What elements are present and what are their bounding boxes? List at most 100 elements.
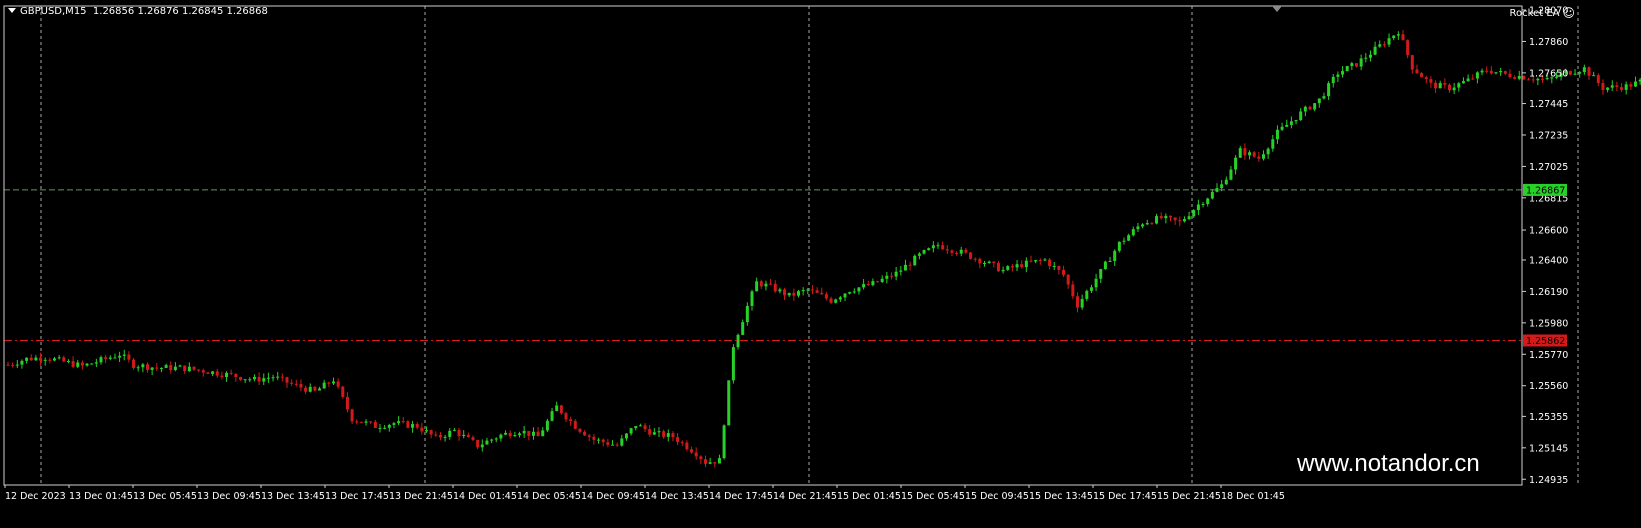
candle-body [1396, 34, 1400, 36]
candle [448, 428, 452, 440]
candle-body [801, 290, 805, 292]
candle-body [890, 275, 893, 277]
candle [229, 369, 233, 376]
candle [745, 302, 749, 326]
ohlc-values: 1.26856 1.26876 1.26845 1.26868 [92, 6, 268, 17]
candle-body [345, 396, 349, 410]
candle [308, 383, 312, 393]
candle-body [1034, 260, 1038, 262]
candle [1522, 75, 1526, 81]
candle [704, 455, 707, 468]
candle-body [504, 432, 508, 435]
candle [1303, 105, 1307, 117]
x-tick-label: 13 Dec 05:45 [133, 491, 197, 502]
candle-body [838, 297, 842, 300]
candle [1266, 147, 1270, 159]
candle [462, 430, 466, 439]
candle-body [1480, 70, 1484, 73]
candle [1448, 83, 1451, 93]
candle [1499, 67, 1503, 76]
price-chart[interactable]: 1.280701.278601.276501.274451.272351.270… [0, 0, 1641, 528]
candle [90, 363, 94, 365]
candle-body [652, 432, 656, 435]
candle-body [913, 255, 917, 266]
candle-body [597, 439, 601, 441]
candle-body [1508, 73, 1512, 78]
candle-body [1503, 71, 1507, 74]
candle-body [824, 294, 828, 299]
candle-body [434, 434, 438, 436]
candle [1322, 92, 1326, 100]
candle [1164, 213, 1168, 224]
candle [1620, 83, 1624, 93]
candle-body [1238, 148, 1242, 158]
y-tick-label: 1.24935 [1529, 475, 1568, 486]
candle-body [773, 283, 777, 292]
candle-body [1401, 34, 1405, 41]
candle [894, 266, 898, 281]
candle [1262, 150, 1265, 161]
candle-body [494, 438, 498, 440]
candle-body [425, 430, 428, 432]
candle-body [871, 281, 875, 286]
candle-body [666, 433, 670, 437]
candle [778, 287, 782, 294]
candle-body [452, 429, 456, 431]
candle [755, 277, 759, 292]
candle-body [490, 439, 494, 441]
x-tick-label: 14 Dec 13:45 [645, 491, 709, 502]
candle-body [671, 433, 675, 438]
candle [820, 287, 824, 295]
candle [1392, 35, 1396, 41]
candle [364, 419, 368, 426]
candle [690, 446, 694, 454]
candle-body [1378, 44, 1382, 47]
candle-body [680, 442, 684, 444]
candle [6, 361, 10, 366]
candle [662, 429, 666, 439]
y-tick-label: 1.27025 [1529, 162, 1568, 173]
chevron-down-icon[interactable] [8, 8, 16, 13]
candle [1089, 284, 1093, 294]
candle [1503, 70, 1507, 76]
expert-advisor-label[interactable]: Rocket EA ☺ [1510, 6, 1575, 20]
candle [620, 434, 624, 447]
candle-body [313, 386, 317, 391]
candle [1062, 265, 1066, 278]
candle-body [1443, 83, 1447, 85]
candle [1592, 71, 1596, 77]
y-tick-label: 1.25355 [1529, 412, 1568, 423]
candle-body [513, 435, 517, 437]
candle-body [243, 379, 247, 381]
candle-body [1224, 179, 1228, 185]
candle [787, 292, 791, 297]
candle [1057, 265, 1061, 275]
candle [731, 344, 735, 384]
candle-body [959, 249, 963, 254]
candle [332, 377, 335, 386]
candle-body [750, 291, 754, 306]
x-tick-label: 12 Dec 2023 [5, 491, 66, 502]
candle-body [917, 253, 921, 256]
candle-body [955, 252, 959, 254]
candle-body [545, 420, 549, 431]
candle-body [573, 421, 577, 429]
candle [936, 242, 940, 249]
candle-body [359, 421, 363, 423]
candle [1229, 165, 1233, 181]
candle [113, 353, 117, 359]
candle-body [499, 434, 503, 439]
candle-body [252, 376, 256, 380]
candle [1578, 71, 1582, 78]
x-tick-label: 14 Dec 17:45 [709, 491, 773, 502]
candle [899, 265, 903, 276]
candle-body [1299, 111, 1303, 121]
candle [239, 376, 242, 381]
candle-body [755, 281, 759, 292]
candle-body [1257, 156, 1261, 159]
candle-body [731, 347, 735, 381]
candle-body [471, 437, 475, 440]
candle-body [132, 359, 136, 368]
chart-window[interactable]: 1.28070 1.27860 1.27650 1.27445 1.27235 1.270… [0, 0, 1641, 528]
candle [80, 360, 84, 370]
